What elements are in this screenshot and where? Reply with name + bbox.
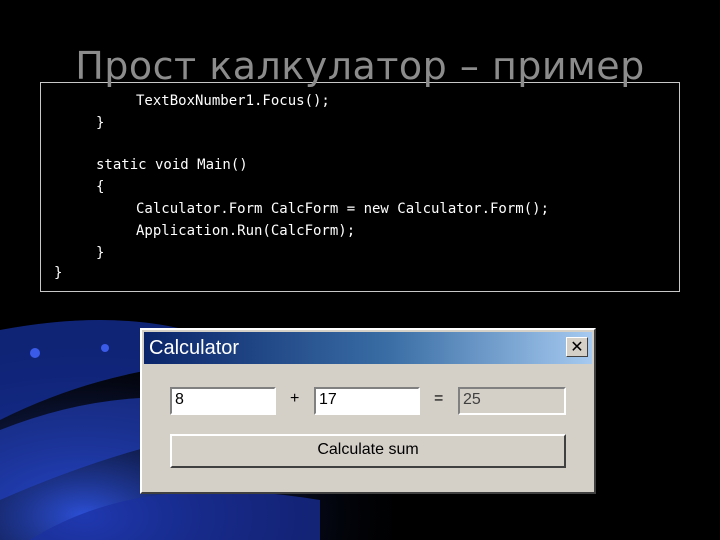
- plus-label: +: [290, 390, 300, 407]
- number2-input[interactable]: 17: [314, 387, 420, 415]
- calculate-sum-button[interactable]: Calculate sum: [170, 434, 566, 468]
- number1-input[interactable]: 8: [170, 387, 276, 415]
- window-titlebar[interactable]: Calculator ✕: [144, 332, 592, 364]
- result-field: 25: [458, 387, 566, 415]
- code-line: static void Main(): [96, 157, 248, 173]
- close-button[interactable]: ✕: [566, 337, 588, 357]
- slide-title: Прост калкулатор – пример: [75, 44, 645, 88]
- code-line: }: [54, 265, 63, 281]
- code-line: }: [96, 245, 105, 261]
- calculator-window: Calculator ✕ 8 + 17 = 25 Calculate sum: [140, 328, 596, 494]
- code-line: Calculator.Form CalcForm = new Calculato…: [136, 201, 550, 217]
- code-line: Application.Run(CalcForm);: [136, 223, 356, 239]
- code-line: {: [96, 179, 105, 195]
- code-block: TextBoxNumber1.Focus(); } static void Ma…: [40, 82, 680, 292]
- code-line: TextBoxNumber1.Focus();: [136, 93, 330, 109]
- equals-label: =: [434, 390, 444, 407]
- code-line: }: [96, 115, 105, 131]
- window-title: Calculator: [149, 337, 240, 359]
